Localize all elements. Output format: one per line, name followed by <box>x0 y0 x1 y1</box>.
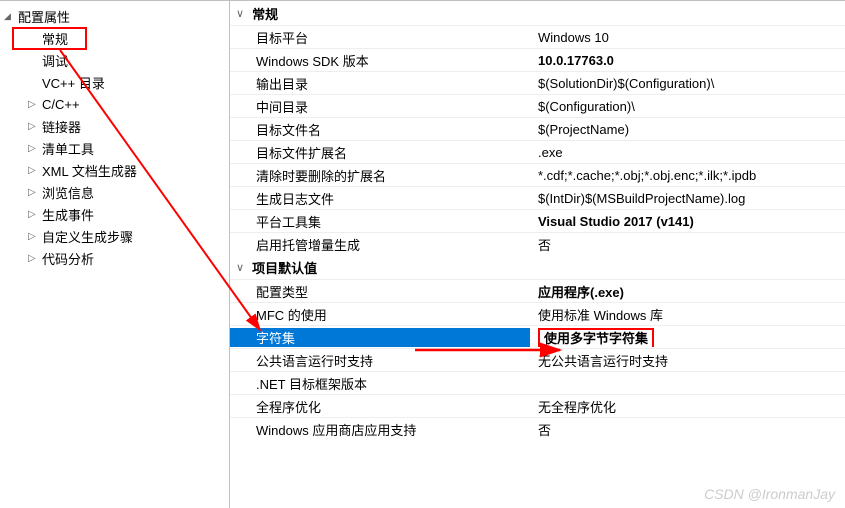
tree-item-4[interactable]: 链接器 <box>0 115 229 137</box>
tree-item-1[interactable]: 调试 <box>0 49 229 71</box>
prop-value: 否 <box>530 420 845 439</box>
tree-item-label: 代码分析 <box>42 249 94 268</box>
prop-label: 生成日志文件 <box>230 189 530 208</box>
tree-root-label: 配置属性 <box>18 7 70 26</box>
prop-label: 启用托管增量生成 <box>230 235 530 254</box>
tree-item-7[interactable]: 浏览信息 <box>0 181 229 203</box>
prop-value: *.cdf;*.cache;*.obj;*.obj.enc;*.ilk;*.ip… <box>530 168 845 183</box>
prop-row[interactable]: 平台工具集Visual Studio 2017 (v141) <box>230 209 845 232</box>
property-grid: 常规目标平台Windows 10Windows SDK 版本10.0.17763… <box>230 1 845 508</box>
prop-value: 使用标准 Windows 库 <box>530 305 845 324</box>
prop-row[interactable]: 目标平台Windows 10 <box>230 25 845 48</box>
prop-row[interactable]: 清除时要删除的扩展名*.cdf;*.cache;*.obj;*.obj.enc;… <box>230 163 845 186</box>
prop-label: 目标文件名 <box>230 120 530 139</box>
prop-row[interactable]: 生成日志文件$(IntDir)$(MSBuildProjectName).log <box>230 186 845 209</box>
section-header-1[interactable]: 项目默认值 <box>230 255 845 279</box>
prop-row[interactable]: Windows SDK 版本10.0.17763.0 <box>230 48 845 71</box>
tree-item-9[interactable]: 自定义生成步骤 <box>0 225 229 247</box>
tree-item-10[interactable]: 代码分析 <box>0 247 229 269</box>
prop-row[interactable]: 目标文件名$(ProjectName) <box>230 117 845 140</box>
tree-item-label: C/C++ <box>42 97 80 112</box>
prop-value: .exe <box>530 145 845 160</box>
tree-item-label: 链接器 <box>42 117 81 136</box>
prop-value: 10.0.17763.0 <box>530 53 845 68</box>
tree-item-label: VC++ 目录 <box>42 73 105 92</box>
prop-label: 配置类型 <box>230 282 530 301</box>
tree-item-8[interactable]: 生成事件 <box>0 203 229 225</box>
prop-value: 使用多字节字符集 <box>530 328 845 347</box>
tree-item-3[interactable]: C/C++ <box>0 93 229 115</box>
prop-row[interactable]: 目标文件扩展名.exe <box>230 140 845 163</box>
prop-value: $(SolutionDir)$(Configuration)\ <box>530 76 845 91</box>
prop-label: 输出目录 <box>230 74 530 93</box>
tree-root[interactable]: 配置属性 <box>0 5 229 27</box>
prop-value: 无全程序优化 <box>530 397 845 416</box>
prop-row[interactable]: Windows 应用商店应用支持否 <box>230 417 845 440</box>
prop-row[interactable]: 启用托管增量生成否 <box>230 232 845 255</box>
prop-value: $(Configuration)\ <box>530 99 845 114</box>
prop-label: MFC 的使用 <box>230 305 530 324</box>
prop-label: 目标平台 <box>230 28 530 47</box>
tree-item-label: 浏览信息 <box>42 183 94 202</box>
prop-label: 平台工具集 <box>230 212 530 231</box>
tree-item-label: 常规 <box>42 29 68 48</box>
prop-label: 中间目录 <box>230 97 530 116</box>
prop-label: 清除时要删除的扩展名 <box>230 166 530 185</box>
tree-item-label: 生成事件 <box>42 205 94 224</box>
prop-label: 全程序优化 <box>230 397 530 416</box>
prop-value: Visual Studio 2017 (v141) <box>530 214 845 229</box>
tree-item-5[interactable]: 清单工具 <box>0 137 229 159</box>
prop-label: Windows 应用商店应用支持 <box>230 420 530 439</box>
prop-value: Windows 10 <box>530 30 845 45</box>
prop-value: $(ProjectName) <box>530 122 845 137</box>
prop-row[interactable]: 中间目录$(Configuration)\ <box>230 94 845 117</box>
prop-row[interactable]: 字符集使用多字节字符集 <box>230 325 845 348</box>
prop-label: 目标文件扩展名 <box>230 143 530 162</box>
prop-row[interactable]: 输出目录$(SolutionDir)$(Configuration)\ <box>230 71 845 94</box>
prop-row[interactable]: 公共语言运行时支持无公共语言运行时支持 <box>230 348 845 371</box>
prop-row[interactable]: .NET 目标框架版本 <box>230 371 845 394</box>
section-header-0[interactable]: 常规 <box>230 1 845 25</box>
prop-value: 无公共语言运行时支持 <box>530 351 845 370</box>
prop-label: .NET 目标框架版本 <box>230 374 530 393</box>
prop-row[interactable]: 配置类型应用程序(.exe) <box>230 279 845 302</box>
prop-value: 应用程序(.exe) <box>530 282 845 301</box>
sidebar: 配置属性 常规调试 VC++ 目录 C/C++ 链接器清单工具 XML 文档生成器浏览信… <box>0 1 230 508</box>
watermark: CSDN @IronmanJay <box>704 486 835 502</box>
highlight-box-value: 使用多字节字符集 <box>538 328 654 347</box>
tree-item-2[interactable]: VC++ 目录 <box>0 71 229 93</box>
prop-row[interactable]: MFC 的使用使用标准 Windows 库 <box>230 302 845 325</box>
tree-item-label: XML 文档生成器 <box>42 161 137 180</box>
tree-item-6[interactable]: XML 文档生成器 <box>0 159 229 181</box>
tree-item-0[interactable]: 常规 <box>0 27 229 49</box>
tree-item-label: 自定义生成步骤 <box>42 227 133 246</box>
prop-row[interactable]: 全程序优化无全程序优化 <box>230 394 845 417</box>
prop-label: 公共语言运行时支持 <box>230 351 530 370</box>
tree-item-label: 清单工具 <box>42 139 94 158</box>
prop-label: Windows SDK 版本 <box>230 51 530 70</box>
prop-value: $(IntDir)$(MSBuildProjectName).log <box>530 191 845 206</box>
tree-item-label: 调试 <box>42 51 68 70</box>
prop-label: 字符集 <box>230 328 530 347</box>
prop-value: 否 <box>530 235 845 254</box>
